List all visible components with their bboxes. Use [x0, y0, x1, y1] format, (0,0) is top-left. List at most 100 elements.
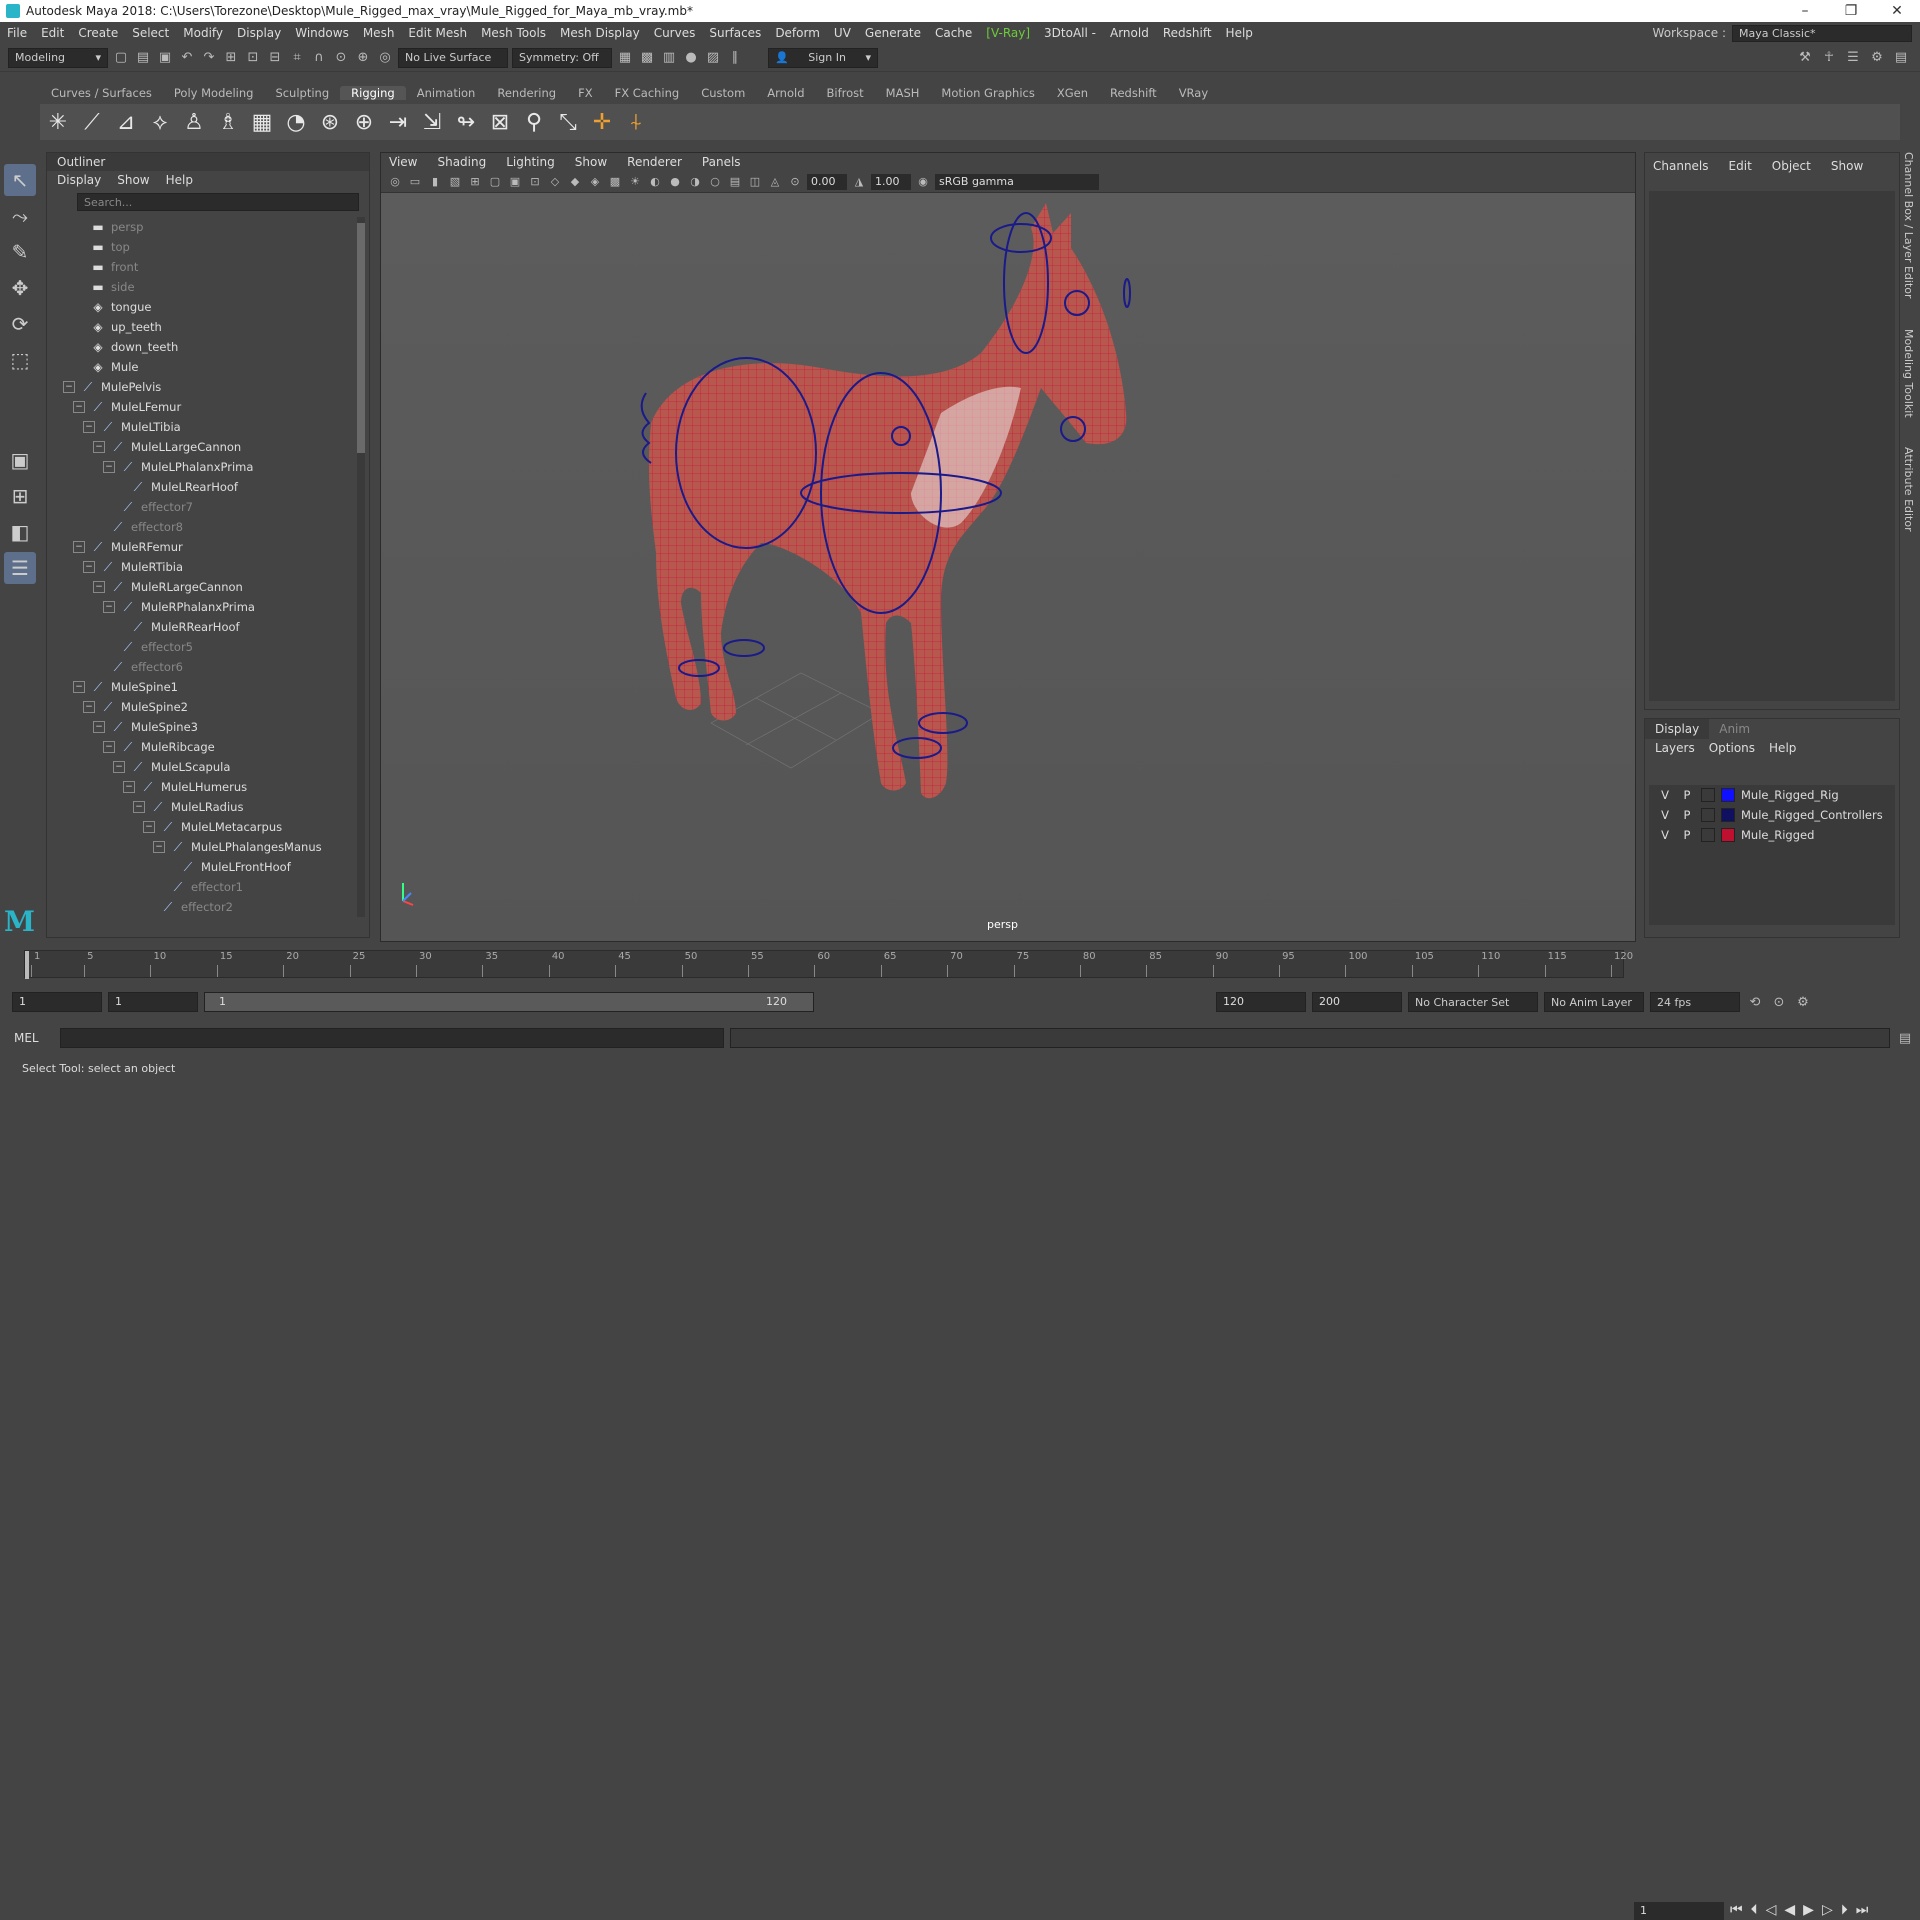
toggle-tool-settings-icon[interactable]: ⚙ — [1868, 49, 1886, 67]
anim-end-field[interactable]: 200 — [1312, 992, 1402, 1012]
shelf-tab-motion-graphics[interactable]: Motion Graphics — [930, 86, 1045, 100]
menuset-dropdown[interactable]: Modeling ▾ — [8, 47, 108, 68]
add-influence-icon[interactable]: ⚲ — [520, 108, 548, 136]
shelf-tab-rigging[interactable]: Rigging — [340, 86, 406, 100]
script-editor-icon[interactable]: ▤ — [1896, 1029, 1914, 1047]
outliner-item[interactable]: − ⟋ MuleRTibia — [53, 557, 353, 577]
xray-joints-icon[interactable]: ◬ — [767, 174, 783, 190]
collapse-toggle-icon[interactable]: − — [133, 801, 145, 813]
character-set-dropdown[interactable]: No Character Set — [1408, 992, 1538, 1012]
viewport-menu-lighting[interactable]: Lighting — [506, 155, 555, 169]
layer-playback-toggle[interactable]: P — [1679, 788, 1695, 802]
outliner-item[interactable]: − ⟋ MuleSpine3 — [53, 717, 353, 737]
loop-icon[interactable]: ⟲ — [1746, 993, 1764, 1011]
shelf-tab-sculpting[interactable]: Sculpting — [264, 86, 340, 100]
smooth-shade-icon[interactable]: ◆ — [567, 174, 583, 190]
gamma-icon[interactable]: ◮ — [851, 174, 867, 190]
side-tab[interactable]: Channel Box / Layer Editor — [1902, 152, 1915, 299]
isolate-select-icon[interactable]: ▤ — [727, 174, 743, 190]
layer-display-type[interactable] — [1701, 788, 1715, 802]
shelf-tab-custom[interactable]: Custom — [690, 86, 756, 100]
go-to-end-icon[interactable]: ⏭ — [1856, 1902, 1869, 1918]
menu-mesh-display[interactable]: Mesh Display — [553, 26, 647, 40]
wireframe-on-shaded-icon[interactable]: ◈ — [587, 174, 603, 190]
single-perspective-view-icon[interactable]: ▣ — [4, 444, 36, 476]
menu-display[interactable]: Display — [230, 26, 288, 40]
gamma-field[interactable]: 1.00 — [871, 173, 911, 190]
outliner-item[interactable]: − ⟋ MuleLFemur — [53, 397, 353, 417]
shelf-tab-fx[interactable]: FX — [567, 86, 604, 100]
outliner-item[interactable]: − ⟋ MuleLRadius — [53, 797, 353, 817]
shelf-tab-mash[interactable]: MASH — [875, 86, 931, 100]
menu-arnold[interactable]: Arnold — [1103, 26, 1156, 40]
current-frame-field[interactable]: 1 — [1634, 1902, 1724, 1920]
toggle-human-ik-icon[interactable]: ☥ — [1820, 49, 1838, 67]
select-component-icon[interactable]: ⊟ — [266, 49, 284, 67]
rotate-tool-icon[interactable]: ⟳ — [4, 308, 36, 340]
layer-row[interactable]: V P Mule_Rigged_Rig — [1649, 785, 1895, 805]
hypershade-icon[interactable]: ● — [682, 49, 700, 67]
collapse-toggle-icon[interactable]: − — [103, 601, 115, 613]
outliner-item[interactable]: ◈ down_teeth — [53, 337, 353, 357]
select-hierarchy-icon[interactable]: ⊞ — [222, 49, 240, 67]
smooth-bind-icon[interactable]: ⇲ — [418, 108, 446, 136]
snap-view-icon[interactable]: ⊕ — [354, 49, 372, 67]
film-gate-icon[interactable]: ▢ — [487, 174, 503, 190]
outliner-item[interactable]: ⟋ effector6 — [53, 657, 353, 677]
outliner-item[interactable]: − ⟋ MuleRPhalanxPrima — [53, 597, 353, 617]
outliner-item[interactable]: − ⟋ MuleRibcage — [53, 737, 353, 757]
vray-render-icon[interactable]: ▨ — [704, 49, 722, 67]
start-time-field[interactable]: 1 — [12, 992, 102, 1012]
snap-point-icon[interactable]: ⊙ — [332, 49, 350, 67]
live-surface-dropdown[interactable]: No Live Surface — [398, 47, 508, 68]
outliner-item[interactable]: − ⟋ MuleLLargeCannon — [53, 437, 353, 457]
outliner-item[interactable]: ⟋ effector2 — [53, 897, 353, 917]
point-constraint-icon[interactable]: ✛ — [588, 108, 616, 136]
mirror-joint-icon[interactable]: ⊿ — [112, 108, 140, 136]
channelbox-menu-channels[interactable]: Channels — [1653, 159, 1709, 173]
wrap-icon[interactable]: ⊛ — [316, 108, 344, 136]
menu-select[interactable]: Select — [125, 26, 176, 40]
menu-surfaces[interactable]: Surfaces — [702, 26, 768, 40]
anti-aliasing-icon[interactable]: ○ — [707, 174, 723, 190]
layer-display-type[interactable] — [1701, 828, 1715, 842]
shelf-tab-fx-caching[interactable]: FX Caching — [604, 86, 691, 100]
menu-create[interactable]: Create — [71, 26, 125, 40]
side-tab[interactable]: Attribute Editor — [1902, 447, 1915, 532]
menu--v-ray-[interactable]: [V-Ray] — [979, 26, 1037, 40]
outliner-item[interactable]: ▬ top — [53, 237, 353, 257]
outliner-search-input[interactable]: Search... — [77, 193, 359, 211]
outliner-item[interactable]: ⟋ effector8 — [53, 517, 353, 537]
collapse-toggle-icon[interactable]: − — [143, 821, 155, 833]
channelbox-menu-show[interactable]: Show — [1831, 159, 1863, 173]
snap-surface-icon[interactable]: ◎ — [376, 49, 394, 67]
symmetry-dropdown[interactable]: Symmetry: Off — [512, 47, 612, 68]
channelbox-menu-object[interactable]: Object — [1772, 159, 1811, 173]
outliner-item[interactable]: ▬ front — [53, 257, 353, 277]
color-management-icon[interactable]: ◉ — [915, 174, 931, 190]
outliner-layout-icon[interactable]: ☰ — [4, 552, 36, 584]
shelf-tab-rendering[interactable]: Rendering — [486, 86, 567, 100]
outliner-item[interactable]: − ⟋ MuleRLargeCannon — [53, 577, 353, 597]
go-to-start-icon[interactable]: ⏮ — [1730, 1902, 1743, 1918]
select-object-icon[interactable]: ⊡ — [244, 49, 262, 67]
shelf-tab-animation[interactable]: Animation — [406, 86, 487, 100]
motion-blur-icon[interactable]: ◑ — [687, 174, 703, 190]
shadows-icon[interactable]: ◐ — [647, 174, 663, 190]
snap-curve-icon[interactable]: ∩ — [310, 49, 328, 67]
layer-display-type[interactable] — [1701, 808, 1715, 822]
collapse-toggle-icon[interactable]: − — [83, 421, 95, 433]
menu-mesh[interactable]: Mesh — [356, 26, 402, 40]
close-button[interactable]: ✕ — [1874, 3, 1920, 19]
layer-tab-anim[interactable]: Anim — [1709, 719, 1760, 739]
outliner-menu-show[interactable]: Show — [117, 173, 149, 187]
layer-row[interactable]: V P Mule_Rigged_Controllers — [1649, 805, 1895, 825]
menu-generate[interactable]: Generate — [858, 26, 928, 40]
quick-rig-icon[interactable]: ♙ — [180, 108, 208, 136]
bookmark-icon[interactable]: ▮ — [427, 174, 443, 190]
outliner-menu-display[interactable]: Display — [57, 173, 101, 187]
render-frame-icon[interactable]: ▦ — [616, 49, 634, 67]
shelf-tab-vray[interactable]: VRay — [1168, 86, 1219, 100]
skin-cluster-icon[interactable]: ⊠ — [486, 108, 514, 136]
menu-deform[interactable]: Deform — [768, 26, 827, 40]
